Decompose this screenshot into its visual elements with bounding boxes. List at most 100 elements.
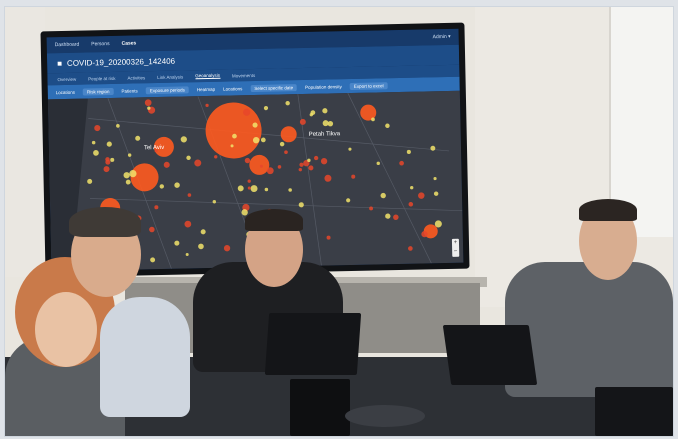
- photo-frame: Dashboard Persons Cases Admin ▾ ■ COVID-…: [4, 6, 674, 437]
- heat-point: [346, 198, 351, 203]
- heat-point: [284, 150, 288, 155]
- tab-link-analysis[interactable]: Link Analysis: [157, 74, 183, 80]
- toolbar-heatmap[interactable]: Heatmap: [197, 86, 215, 91]
- heat-point: [144, 99, 152, 107]
- heat-point: [385, 213, 391, 219]
- tab-movements[interactable]: Movements: [232, 72, 255, 77]
- case-title: COVID-19_20200326_142406: [66, 56, 176, 68]
- heat-point: [163, 161, 170, 168]
- zoom-control[interactable]: + −: [451, 238, 460, 257]
- heat-point: [433, 191, 439, 196]
- toolbar-export-excel[interactable]: Export to excel: [349, 81, 388, 90]
- heat-point: [408, 246, 413, 251]
- nav-persons[interactable]: Persons: [91, 41, 109, 47]
- map-label-tel-aviv: Tel Aviv: [143, 144, 165, 152]
- heat-point: [285, 100, 290, 106]
- heat-point: [186, 155, 191, 161]
- heat-point: [320, 158, 328, 165]
- heat-point: [279, 141, 285, 147]
- briefcase-icon: ■: [57, 58, 63, 68]
- user-menu[interactable]: Admin ▾: [433, 34, 451, 40]
- tab-geoanalysis[interactable]: Geoanalysis: [195, 72, 221, 80]
- hotspot: [280, 126, 297, 143]
- heat-point: [244, 157, 251, 164]
- heat-point: [159, 184, 164, 189]
- toolbar-locations[interactable]: Locations: [56, 89, 75, 94]
- zoom-minus-icon[interactable]: −: [452, 248, 459, 257]
- heat-point: [106, 141, 112, 147]
- laptop-right: [442, 325, 538, 385]
- heat-point: [313, 155, 319, 161]
- heat-point: [123, 172, 130, 179]
- heat-point: [200, 229, 206, 235]
- nav-dashboard[interactable]: Dashboard: [55, 42, 80, 49]
- heat-point: [393, 214, 399, 220]
- heat-point: [406, 149, 411, 154]
- heat-point: [103, 166, 110, 173]
- heat-point: [110, 157, 115, 162]
- toolbar-select-date[interactable]: Select specific date: [250, 83, 298, 92]
- heat-point: [348, 147, 352, 151]
- heat-point: [408, 201, 414, 207]
- heat-point: [298, 167, 302, 172]
- hotspot: [205, 102, 262, 159]
- heat-point: [135, 135, 141, 141]
- zoom-plus-icon[interactable]: +: [452, 239, 459, 248]
- heat-point: [125, 179, 131, 185]
- heat-point: [322, 108, 328, 114]
- heat-point: [187, 193, 192, 197]
- toolbar-locations-2[interactable]: Locations: [223, 86, 242, 91]
- heat-point: [385, 123, 390, 129]
- heat-point: [91, 140, 96, 145]
- heat-point: [205, 103, 209, 108]
- heat-point: [299, 162, 304, 167]
- heat-point: [94, 124, 101, 132]
- toolbar-population-density[interactable]: Population density: [305, 84, 342, 90]
- toolbar-exposure-periods[interactable]: Exposure periods: [145, 85, 189, 94]
- tab-overview[interactable]: Overview: [57, 76, 76, 81]
- heat-point: [326, 235, 331, 240]
- heat-point: [264, 187, 269, 192]
- heat-point: [299, 118, 306, 125]
- heat-point: [324, 174, 332, 182]
- laptop-far-right: [595, 387, 673, 436]
- heat-point: [369, 206, 374, 211]
- heat-point: [174, 240, 180, 246]
- toolbar-patients[interactable]: Patients: [121, 88, 137, 93]
- heat-point: [194, 159, 202, 167]
- heat-point: [198, 243, 204, 250]
- tab-activities[interactable]: Activities: [127, 75, 145, 80]
- hotspot: [249, 154, 270, 175]
- left-wall: [5, 7, 45, 277]
- heat-point: [150, 257, 156, 263]
- heat-point: [149, 226, 155, 233]
- heat-point: [212, 200, 216, 204]
- hotspot: [130, 163, 159, 192]
- map-label-petah-tikva: Petah Tikva: [308, 131, 341, 138]
- conference-speaker: [345, 405, 425, 427]
- heat-point: [180, 136, 187, 143]
- heat-point: [288, 188, 292, 192]
- heat-point: [184, 220, 192, 228]
- heat-point: [214, 155, 218, 159]
- nav-cases[interactable]: Cases: [121, 40, 136, 46]
- heat-point: [223, 245, 231, 252]
- heat-point: [277, 165, 282, 169]
- heat-point: [434, 220, 442, 228]
- heat-point: [247, 186, 251, 190]
- heat-point: [250, 185, 258, 193]
- heat-point: [185, 252, 189, 256]
- heat-point: [174, 182, 180, 188]
- tab-people-at-risk[interactable]: People at risk: [88, 75, 115, 81]
- heat-point: [87, 178, 93, 184]
- heat-point: [308, 165, 314, 171]
- heat-point: [154, 205, 159, 210]
- laptop-front: [290, 379, 350, 436]
- heat-point: [247, 179, 251, 183]
- heat-point: [376, 161, 380, 166]
- toolbar-risk-region[interactable]: Risk region: [82, 87, 114, 96]
- heat-point: [410, 185, 414, 190]
- heat-point: [351, 174, 356, 179]
- heat-point: [237, 185, 244, 192]
- heat-point: [116, 124, 120, 128]
